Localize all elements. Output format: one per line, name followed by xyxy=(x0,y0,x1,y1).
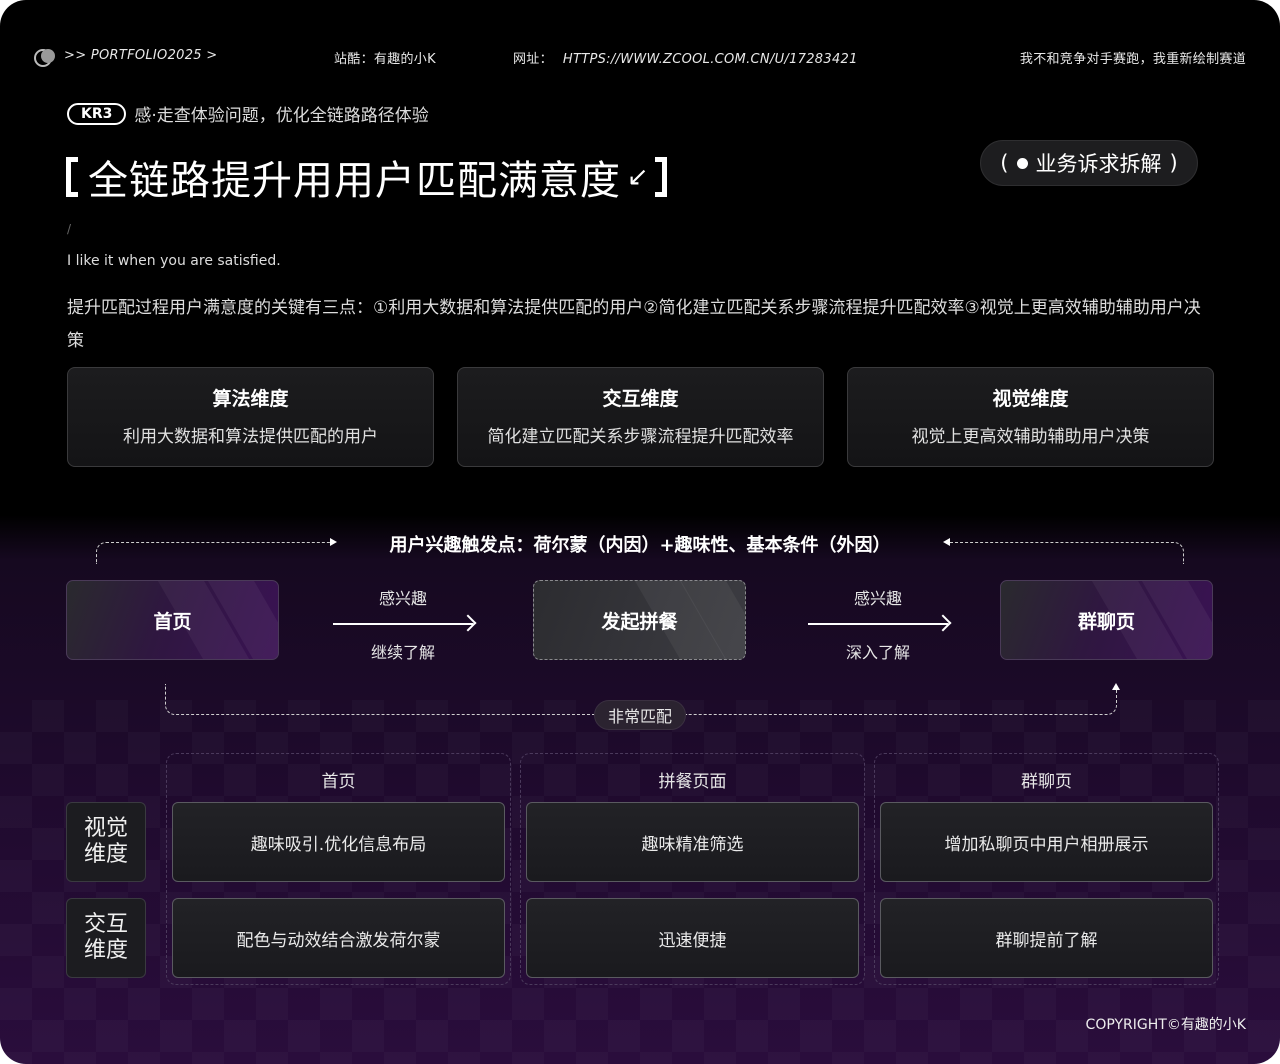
dimension-desc: 视觉上更高效辅助辅助用户决策 xyxy=(911,427,1150,447)
flow-node-start-meal[interactable]: 发起拼餐 xyxy=(533,580,746,660)
dimension-title: 交互维度 xyxy=(602,388,679,410)
arrow-right-icon xyxy=(330,538,337,546)
flow-arrow: 感兴趣 继续了解 xyxy=(333,585,473,663)
matrix-cell: 配色与动效结合激发荷尔蒙 xyxy=(172,898,505,978)
business-tag: ( 业务诉求拆解 ) xyxy=(980,140,1198,186)
match-pill: 非常匹配 xyxy=(594,700,686,730)
connector-bottom-left xyxy=(165,684,595,715)
flow-node-group-chat[interactable]: 群聊页 xyxy=(1000,580,1213,660)
url-link[interactable]: HTTPS://WWW.ZCOOL.COM.CN/U/17283421 xyxy=(563,52,858,67)
matrix-cell: 趣味精准筛选 xyxy=(526,802,859,882)
title-text: 全链路提升用用户匹配满意度 xyxy=(88,158,621,204)
paren-right-icon: ) xyxy=(1169,151,1178,175)
bracket-right-icon xyxy=(654,157,667,197)
flow-arrow-bottom: 继续了解 xyxy=(370,643,435,662)
flow-arrow-top: 感兴趣 xyxy=(378,589,427,608)
dimension-card: 算法维度 利用大数据和算法提供匹配的用户 xyxy=(67,367,434,467)
station-text: 站酷：有趣的小K xyxy=(334,52,436,67)
dimension-card: 交互维度 简化建立匹配关系步骤流程提升匹配效率 xyxy=(457,367,824,467)
matrix-cell: 增加私聊页中用户相册展示 xyxy=(880,802,1213,882)
flow-arrow-bottom: 深入了解 xyxy=(845,643,910,662)
portfolio-label: >> PORTFOLIO2025 > xyxy=(64,48,218,63)
flow-node-label: 首页 xyxy=(153,610,192,633)
copyright: COPYRIGHT©有趣的小K xyxy=(1085,1017,1246,1033)
kr-badge: KR3 xyxy=(67,102,127,125)
bracket-left-icon xyxy=(66,157,78,197)
page-title: 全链路提升用用户匹配满意度 ↙ xyxy=(66,148,667,206)
dimension-desc: 利用大数据和算法提供匹配的用户 xyxy=(123,427,378,447)
kr-row: KR3 感·走查体验问题，优化全链路路径体验 xyxy=(67,101,429,126)
slash-mark: / xyxy=(67,222,72,236)
flow-node-home[interactable]: 首页 xyxy=(66,580,279,660)
description: 提升匹配过程用户满意度的关键有三点：①利用大数据和算法提供匹配的用户②简化建立匹… xyxy=(67,298,1201,351)
matrix-cell: 迅速便捷 xyxy=(526,898,859,978)
connector-top-left xyxy=(96,542,330,564)
url-label: 网址： xyxy=(513,52,553,67)
flow-arrow-top: 感兴趣 xyxy=(853,589,902,608)
dimension-title: 视觉维度 xyxy=(992,388,1069,410)
arrow-down-left-icon: ↙ xyxy=(627,162,649,192)
dot-icon xyxy=(1016,157,1028,169)
connector-top-right xyxy=(950,542,1184,564)
url-line: 网址： HTTPS://WWW.ZCOOL.COM.CN/U/17283421 xyxy=(513,48,858,67)
connector-bottom-right xyxy=(686,690,1117,715)
arrow-right-icon xyxy=(808,623,948,625)
portfolio-nav[interactable]: >> PORTFOLIO2025 > xyxy=(34,48,218,67)
dimension-card: 视觉维度 视觉上更高效辅助辅助用户决策 xyxy=(847,367,1214,467)
station-label: 站酷：有趣的小K xyxy=(334,48,436,67)
column-header: 首页 xyxy=(321,772,356,792)
arrow-up-icon xyxy=(1112,683,1120,690)
matrix-cell: 群聊提前了解 xyxy=(880,898,1213,978)
row-label: 交互 维度 xyxy=(66,898,146,978)
tag-label: 业务诉求拆解 xyxy=(1035,152,1162,176)
arrow-left-icon xyxy=(943,538,950,546)
kr-text: 感·走查体验问题，优化全链路路径体验 xyxy=(134,106,429,126)
portfolio-page: >> PORTFOLIO2025 > 站酷：有趣的小K 网址： HTTPS://W… xyxy=(0,0,1280,1064)
column-header: 拼餐页面 xyxy=(658,772,727,792)
flow-node-label: 群聊页 xyxy=(1077,610,1135,633)
dimension-desc: 简化建立匹配关系步骤流程提升匹配效率 xyxy=(487,427,794,447)
slogan: 我不和竞争对手赛跑，我重新绘制赛道 xyxy=(1019,52,1246,67)
dimension-title: 算法维度 xyxy=(212,388,289,410)
flow-arrow: 感兴趣 深入了解 xyxy=(808,585,948,663)
arrow-right-icon xyxy=(333,623,473,625)
subtitle: I like it when you are satisfied. xyxy=(67,253,281,269)
flow-node-label: 发起拼餐 xyxy=(601,610,678,633)
toggle-icon xyxy=(34,48,56,67)
column-header: 群聊页 xyxy=(1021,772,1072,792)
matrix-cell: 趣味吸引.优化信息布局 xyxy=(172,802,505,882)
paren-left-icon: ( xyxy=(1000,151,1009,175)
row-label: 视觉 维度 xyxy=(66,802,146,882)
